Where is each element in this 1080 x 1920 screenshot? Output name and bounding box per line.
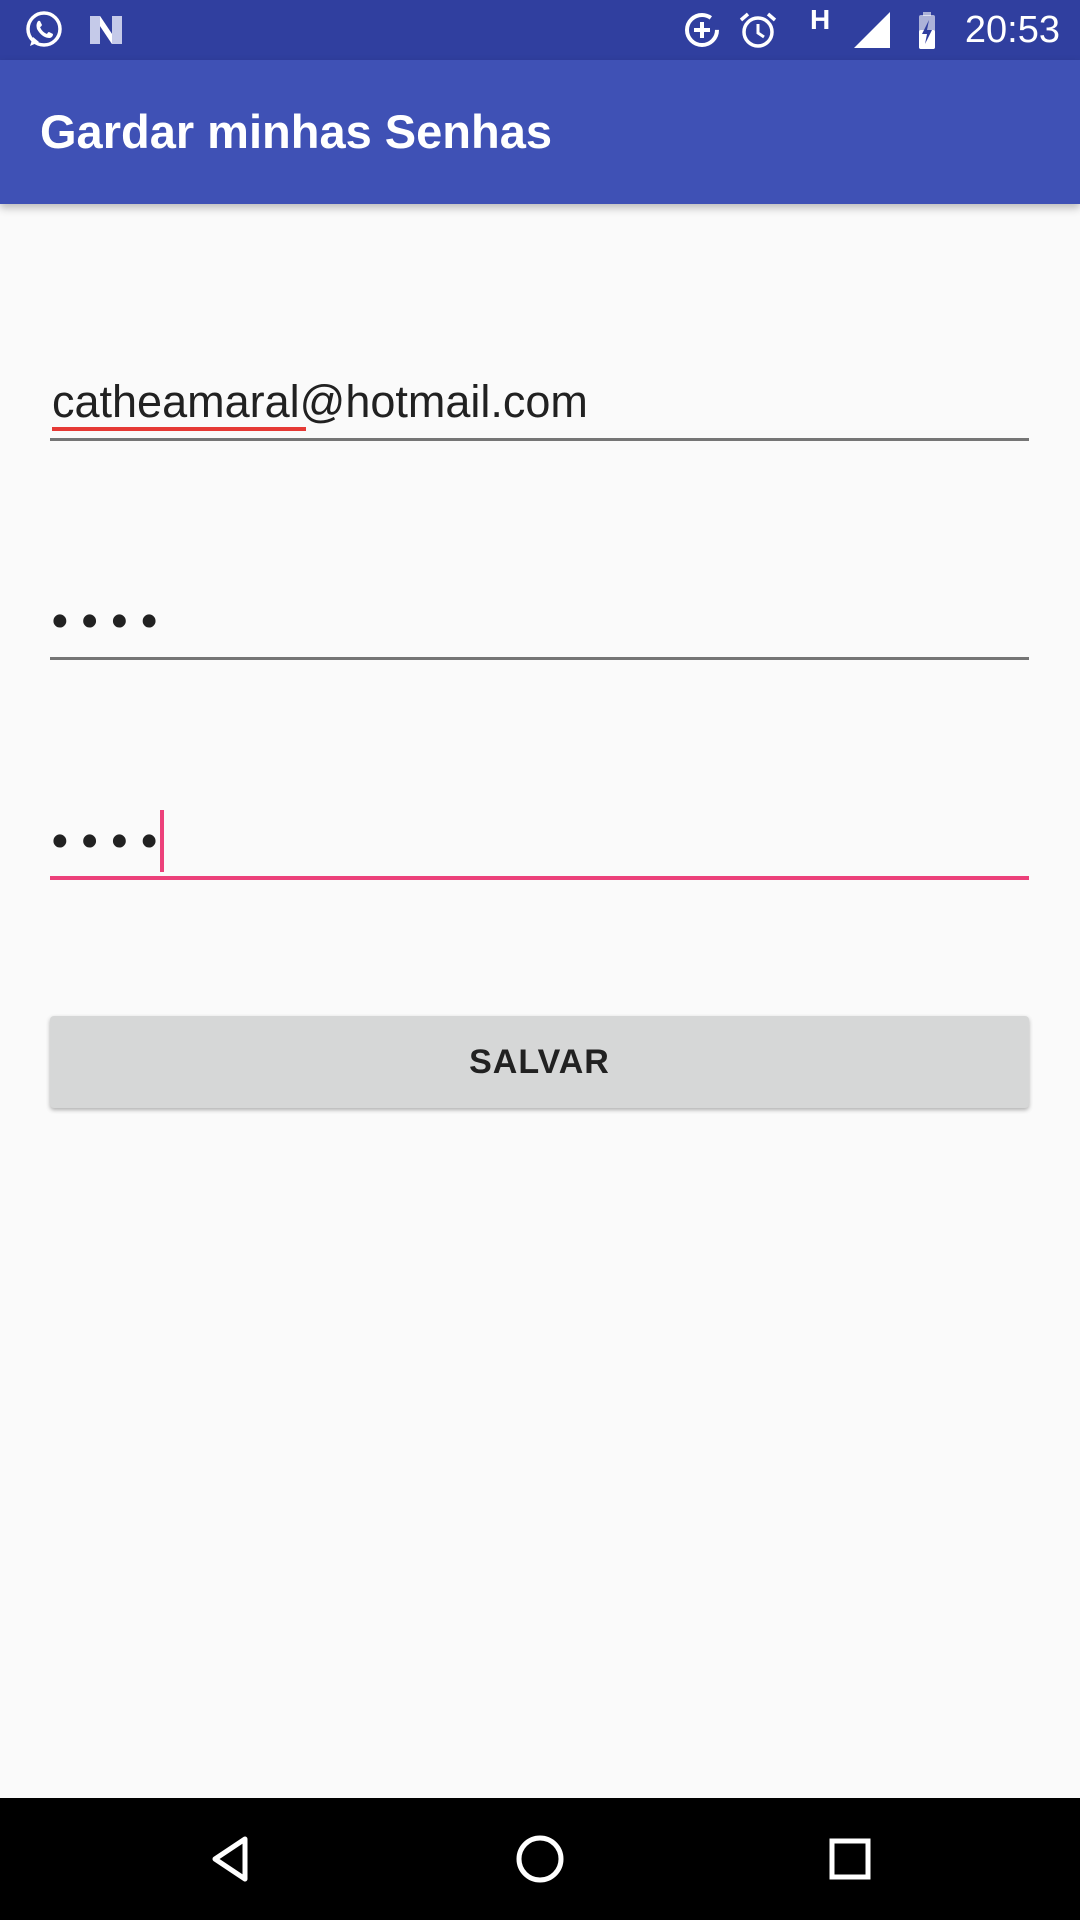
network-type-icon: H xyxy=(810,4,831,35)
email-field-underline xyxy=(50,438,1029,441)
password-value: •••• xyxy=(52,595,172,646)
signal-icon xyxy=(850,8,894,52)
battery-charging-icon xyxy=(910,8,954,52)
email-value: catheamaral@hotmail.com xyxy=(52,375,588,431)
data-saver-icon xyxy=(680,8,724,52)
app-title: Gardar minhas Senhas xyxy=(40,105,552,158)
confirm-password-field-underline xyxy=(50,876,1029,880)
home-icon[interactable] xyxy=(512,1831,568,1887)
password-field-underline xyxy=(50,657,1029,660)
nav-bar xyxy=(0,1798,1080,1920)
save-button[interactable]: SALVAR xyxy=(50,1016,1029,1108)
back-icon[interactable] xyxy=(203,1831,259,1887)
text-cursor xyxy=(160,810,164,872)
whatsapp-icon xyxy=(22,8,66,52)
app-bar: Gardar minhas Senhas xyxy=(0,60,1080,204)
status-bar: H 20:53 xyxy=(0,0,1080,60)
password-field[interactable]: •••• xyxy=(50,580,1029,660)
email-field[interactable]: catheamaral@hotmail.com xyxy=(50,361,1029,441)
screen: H 20:53 Gardar minhas Senhas catheamaral… xyxy=(0,0,1080,1920)
alarm-icon xyxy=(736,8,780,52)
recents-icon[interactable] xyxy=(822,1831,878,1887)
n-app-icon xyxy=(84,8,128,52)
confirm-password-field[interactable]: •••• xyxy=(50,800,1029,880)
status-time: 20:53 xyxy=(964,9,1060,51)
spellcheck-underline xyxy=(52,427,306,431)
confirm-password-value: •••• xyxy=(52,815,172,866)
